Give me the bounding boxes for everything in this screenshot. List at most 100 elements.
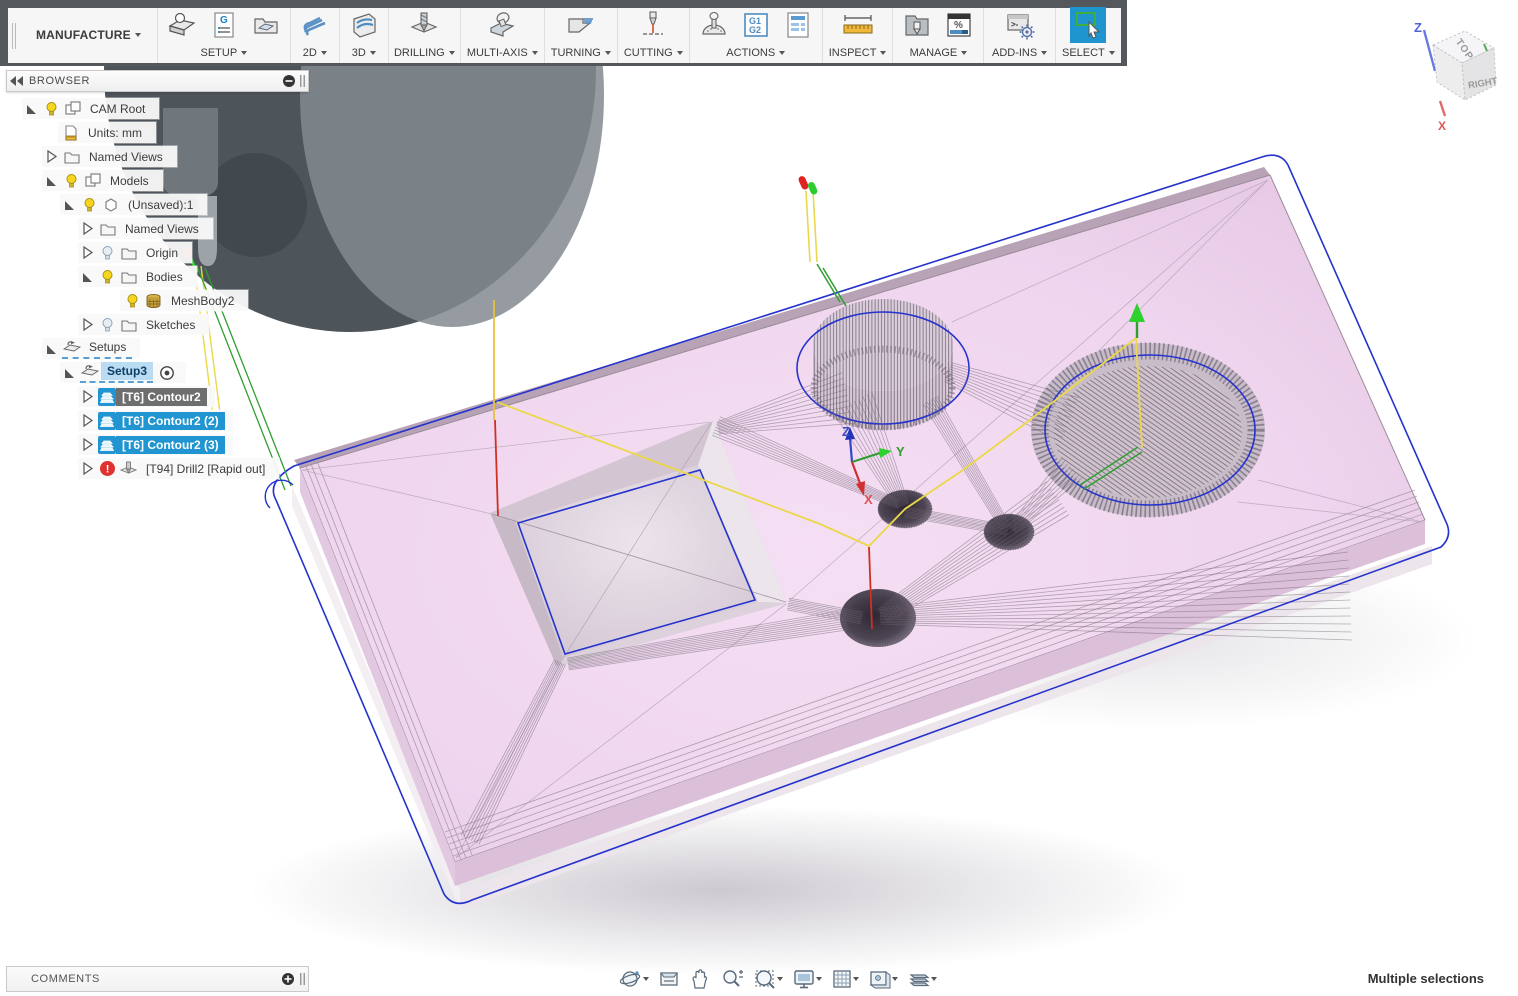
browser-row-contour2-3[interactable]: [T6] Contour2 (3) [78,434,233,455]
browser-row-setup3[interactable]: Setup3 [60,362,187,383]
expander-collapsed-icon[interactable] [81,245,98,260]
browser-row-bodies[interactable]: Bodies [78,266,197,287]
expander-collapsed-icon[interactable] [81,437,98,452]
chevron-down-icon[interactable] [961,51,968,55]
orbit-button[interactable] [616,966,652,992]
cutting-button[interactable] [633,4,673,46]
expander-expanded-icon[interactable] [45,173,62,188]
toolbar-grip[interactable] [8,8,20,63]
error-badge-icon: ! [98,460,117,478]
viewports-button[interactable] [865,966,901,992]
browser-row-drill2[interactable]: ! [T94] Drill2 [Rapid out] [78,458,280,479]
chevron-down-icon[interactable] [931,977,937,981]
panel-drag-handle[interactable] [299,971,307,987]
select-button[interactable] [1068,4,1108,46]
measure-button[interactable] [838,4,878,46]
chevron-down-icon[interactable] [676,51,683,55]
multi-axis-button[interactable] [482,4,522,46]
visibility-bulb-on-icon[interactable] [42,100,61,118]
chevron-down-icon[interactable] [816,977,822,981]
expander-collapsed-icon[interactable] [45,149,62,164]
expander-collapsed-icon[interactable] [81,389,98,404]
browser-row-sketches[interactable]: Sketches [78,314,210,335]
collapse-panel-icon[interactable] [7,75,29,87]
browser-row-origin[interactable]: Origin [78,242,193,263]
browser-row-contour2-2[interactable]: [T6] Contour2 (2) [78,410,233,431]
expander-expanded-icon[interactable] [63,365,80,380]
active-setup-radio-icon[interactable] [157,364,176,382]
visibility-bulb-on-icon[interactable] [62,172,81,190]
browser-row-meshbody[interactable]: MeshBody2 [120,290,249,311]
folder-icon [62,148,81,166]
machining-time-button[interactable]: % [939,4,979,46]
expander-expanded-icon[interactable] [25,101,42,116]
scripts-addins-button[interactable]: >- [1000,4,1040,46]
expander-collapsed-icon[interactable] [81,317,98,332]
remove-panel-icon[interactable] [281,73,297,89]
browser-row-setups[interactable]: Setups [42,338,141,359]
chevron-down-icon[interactable] [892,977,898,981]
chevron-down-icon[interactable] [1108,51,1115,55]
browser-row-models[interactable]: Models [42,170,163,191]
expander-collapsed-icon[interactable] [81,413,98,428]
browser-header[interactable]: BROWSER [6,70,309,92]
zoom-button[interactable] [717,966,747,992]
visibility-bulb-on-icon[interactable] [123,292,142,310]
new-folder-button[interactable] [246,4,286,46]
chevron-down-icon[interactable] [777,977,783,981]
3d-milling-button[interactable] [344,4,384,46]
browser-row-units[interactable]: Units: mm [58,122,156,143]
display-settings-button[interactable] [789,966,825,992]
new-setup-button[interactable] [162,4,202,46]
ncprogram-button[interactable]: G [204,4,244,46]
chevron-down-icon[interactable] [241,51,248,55]
chevron-down-icon[interactable] [369,51,376,55]
browser-row-cam-root[interactable]: CAM Root [22,98,160,119]
visibility-bulb-off-icon[interactable] [98,316,117,334]
turning-button[interactable] [561,4,601,46]
chevron-down-icon[interactable] [779,51,786,55]
grid-snaps-button[interactable] [828,966,862,992]
chevron-down-icon[interactable] [604,51,611,55]
chevron-down-icon[interactable] [448,51,455,55]
expander-collapsed-icon[interactable] [81,461,98,476]
workspace-switcher[interactable]: MANUFACTURE [20,8,157,63]
chevron-down-icon[interactable] [1041,51,1048,55]
visibility-bulb-off-icon[interactable] [98,244,117,262]
pan-button[interactable] [686,966,714,992]
viewcube[interactable]: Z TOP RIGHT X [1414,20,1498,133]
2d-milling-button[interactable] [295,4,335,46]
chevron-down-icon[interactable] [320,51,327,55]
comments-panel[interactable]: COMMENTS [6,966,309,992]
post-process-button[interactable]: G1 G2 [736,4,776,46]
expander-expanded-icon[interactable] [45,341,62,356]
browser-row-contour2[interactable]: [T6] Contour2 [78,386,215,407]
visibility-bulb-on-icon[interactable] [98,268,117,286]
zoom-window-button[interactable] [750,966,786,992]
chevron-down-icon[interactable] [531,51,538,55]
expander-expanded-icon[interactable] [81,269,98,284]
chevron-down-icon[interactable] [643,977,649,981]
look-at-button[interactable] [655,966,683,992]
svg-text:G2: G2 [749,25,761,35]
expander-expanded-icon[interactable] [63,197,80,212]
chevron-down-icon[interactable] [880,51,887,55]
panel-drag-handle[interactable] [299,73,307,89]
scripts-addins-icon: >- [1007,14,1035,40]
cutting-icon [643,11,664,35]
lead-arc [264,479,294,509]
workspace-label[interactable]: MANUFACTURE [36,28,131,42]
simulate-button[interactable] [694,4,734,46]
visibility-bulb-on-icon[interactable] [80,196,99,214]
chevron-down-icon[interactable] [853,977,859,981]
expander-collapsed-icon[interactable] [81,221,98,236]
add-comment-icon[interactable] [280,971,296,987]
drilling-button[interactable] [404,4,444,46]
browser-row-named-views-2[interactable]: Named Views [78,218,213,239]
browser-row-named-views[interactable]: Named Views [42,146,177,167]
tool-library-button[interactable] [897,4,937,46]
simulate-icon [702,11,726,35]
browser-row-unsaved-doc[interactable]: (Unsaved):1 [60,194,208,215]
steps-button[interactable] [904,966,940,992]
setup-sheet-button[interactable] [778,4,818,46]
